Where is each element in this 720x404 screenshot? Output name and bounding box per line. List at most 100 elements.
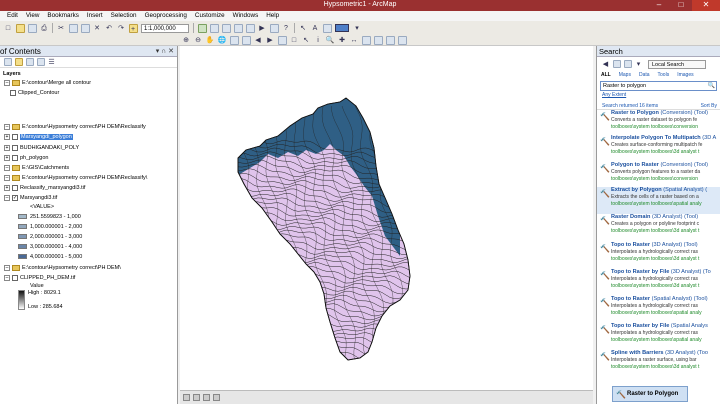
pause-drawing-icon[interactable] [213,394,220,401]
collapse-icon[interactable]: – [4,194,10,201]
paste-icon[interactable] [80,23,90,33]
toc-source-ph-dem[interactable]: – E:\contour\Hypsometry correct\PH DEM\ [4,264,121,272]
data-view-icon[interactable] [183,394,190,401]
add-data-icon[interactable]: + [128,23,138,33]
search-query[interactable]: Raster to polygon [601,83,707,89]
html-popup-icon[interactable] [373,35,383,45]
arctoolbox-icon[interactable] [245,23,255,33]
tab-maps[interactable]: Maps [619,71,631,80]
map-canvas[interactable] [180,46,593,390]
menu-edit[interactable]: Edit [3,11,22,21]
text-icon[interactable]: A [311,24,320,33]
collapse-icon[interactable]: – [4,164,10,171]
layer-visibility-checkbox[interactable] [12,184,18,191]
back-icon[interactable]: ◀ [602,60,610,68]
menu-windows[interactable]: Windows [229,11,263,21]
toc-layer-marsyangdi3[interactable]: – ✓ Marsyangdi3.tif [4,194,57,202]
toc-layer-clipped-contour[interactable]: Clipped_Contour [10,89,59,97]
search-result-item[interactable]: 🔨 Spline with Barriers (3D Analyst) (Too I… [597,350,720,377]
toc-layer-reclassify-marsyangdi3[interactable]: + Reclassify_marsyangdi3.tif [4,184,85,192]
list-by-visibility-icon[interactable] [25,58,34,66]
menu-view[interactable]: View [22,11,44,21]
menu-insert[interactable]: Insert [83,11,107,21]
new-map-icon[interactable]: □ [4,24,13,33]
layer-visibility-checkbox-checked[interactable]: ✓ [12,194,18,201]
search-result-item[interactable]: 🔨 Topo to Raster (3D Analyst) (Tool) Inter… [597,242,720,269]
result-title[interactable]: Raster to Polygon (Conversion) (Tool) [611,110,720,117]
sort-by-link[interactable]: Sort By [701,103,717,109]
python-icon[interactable]: ▶ [258,24,267,33]
search-result-item[interactable]: 🔨 Polygon to Raster (Conversion) (Tool) Co… [597,162,720,189]
editor-toolbar-icon[interactable] [197,23,207,33]
collapse-icon[interactable]: – [4,79,10,86]
menu-help[interactable]: Help [262,11,283,21]
back-extent-icon[interactable]: ◀ [254,36,263,45]
help-icon[interactable]: ? [282,24,291,33]
result-title[interactable]: Topo to Raster by File (Spatial Analys [611,323,720,330]
select-elements-icon[interactable]: ↖ [302,36,311,45]
tab-data[interactable]: Data [639,71,650,80]
any-extent-link[interactable]: Any Extent [597,91,720,99]
find-icon[interactable]: 🔍 [326,36,335,45]
search-result-item[interactable]: 🔨 Topo to Raster by File (Spatial Analys I… [597,323,720,350]
list-by-selection-icon[interactable] [36,58,45,66]
map-display[interactable] [180,46,593,390]
toc-source-merge-contour[interactable]: – E:\contour\Merge all contour [4,79,91,87]
options-icon[interactable]: ▾ [635,60,643,68]
watershed-polygon[interactable] [220,86,414,385]
search-result-item[interactable]: 🔨 Topo to Raster (Spatial Analyst) (Tool)… [597,296,720,323]
print-icon[interactable]: ⎙ [40,24,49,33]
search-result-item[interactable]: 🔨 Extract by Polygon (Spatial Analyst) (E… [597,187,720,214]
toc-pin-close-icons[interactable]: ▾ ∩ ✕ [156,46,174,57]
collapse-icon[interactable]: – [4,174,10,181]
table-of-contents-icon[interactable] [209,23,219,33]
map-scale-input[interactable]: 1:1,000,000 [141,23,189,33]
toc-source-reclassify[interactable]: – E:\contour\Hypsometry correct\PH DEM\Re… [4,123,146,131]
zoom-in-icon[interactable]: ⊕ [182,36,191,45]
search-go-icon[interactable]: 🔍 [707,82,716,90]
expand-icon[interactable]: + [4,144,10,151]
collapse-icon[interactable]: – [4,264,10,271]
full-extent-icon[interactable]: 🌐 [218,36,227,45]
save-icon[interactable] [27,23,37,33]
redo-icon[interactable]: ↷ [117,24,126,33]
menu-geoprocessing[interactable]: Geoprocessing [141,11,191,21]
minimize-button[interactable]: – [648,0,670,11]
maximize-button[interactable]: □ [670,0,692,11]
list-by-source-icon[interactable] [14,58,23,66]
search-result-item[interactable]: 🔨 Raster Domain (3D Analyst) (Tool) Create… [597,214,720,241]
zoom-out-icon[interactable]: ⊖ [194,36,203,45]
list-by-drawing-order-icon[interactable] [3,58,12,66]
draw-rectangle-icon[interactable] [322,23,332,33]
menu-customize[interactable]: Customize [191,11,229,21]
pan-icon[interactable]: ✋ [206,36,215,45]
toc-layer-ph-polygon[interactable]: + ph_polygon [4,154,48,162]
toc-layer-clipped-ph-dem[interactable]: – CLIPPED_PH_DEM.tif [4,274,75,282]
font-dropdown-icon[interactable]: ▾ [353,24,362,33]
expand-icon[interactable]: + [4,133,10,140]
go-to-xy-icon[interactable]: ✚ [338,36,347,45]
result-title[interactable]: Topo to Raster by File (3D Analyst) (To [611,269,720,276]
layer-visibility-checkbox[interactable] [12,274,18,281]
clear-selection-icon[interactable]: □ [290,36,299,45]
result-title[interactable]: Interpolate Polygon To Multipatch (3D A [611,135,720,142]
search-input[interactable]: Raster to polygon 🔍 [600,81,717,91]
tab-all[interactable]: ALL [601,71,611,80]
forward-extent-icon[interactable]: ▶ [266,36,275,45]
measure-icon[interactable]: ↔ [350,36,359,45]
tab-images[interactable]: Images [677,71,693,80]
catalog-icon[interactable] [221,23,231,33]
menu-bookmarks[interactable]: Bookmarks [43,11,83,21]
pointer-icon[interactable]: ↖ [299,24,308,33]
layer-visibility-checkbox[interactable] [12,144,18,151]
toc-source-catchments[interactable]: – E:\GIS\Catchments [4,164,69,172]
result-title[interactable]: Topo to Raster (Spatial Analyst) (Tool) [611,296,720,303]
result-title[interactable]: Polygon to Raster (Conversion) (Tool) [611,162,720,169]
layer-visibility-checkbox[interactable] [12,133,18,140]
select-features-icon[interactable] [277,35,287,45]
hyperlink-icon[interactable] [361,35,371,45]
search-result-item[interactable]: 🔨 Interpolate Polygon To Multipatch (3D A… [597,135,720,162]
search-result-item[interactable]: 🔨 Raster to Polygon (Conversion) (Tool) Co… [597,110,720,137]
result-title[interactable]: Raster Domain (3D Analyst) (Tool) [611,214,720,221]
toc-layer-marsyangdi-polygon[interactable]: + Marsyangdi_polygon [4,133,73,141]
